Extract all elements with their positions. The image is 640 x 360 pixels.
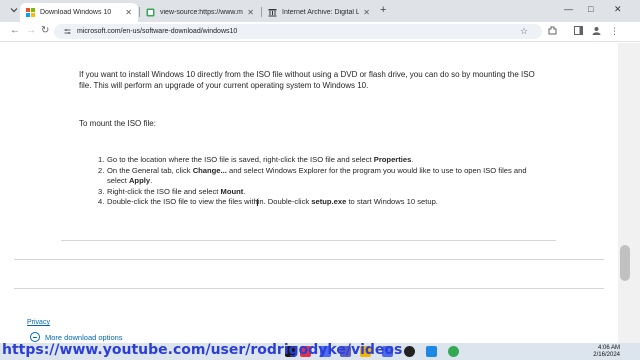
forward-icon[interactable]: → xyxy=(26,25,36,36)
list-item: 4. Double-click the ISO file to view the … xyxy=(98,197,438,206)
mount-steps-list: 1. Go to the location where the ISO file … xyxy=(98,155,527,208)
mount-heading: To mount the ISO file: xyxy=(79,119,156,128)
collapse-icon xyxy=(30,332,40,342)
archive-icon xyxy=(268,8,277,17)
chrome-icon[interactable] xyxy=(448,346,459,357)
list-item: 3. Right-click the ISO file and select Mo… xyxy=(98,186,246,196)
address-bar[interactable]: microsoft.com/en-us/software-download/wi… xyxy=(54,24,542,39)
browser-toolbar: ← → ↻ microsoft.com/en-us/software-downl… xyxy=(0,22,640,42)
site-info-icon[interactable] xyxy=(64,28,71,35)
tab-internet-archive[interactable]: Internet Archive: Digital Library ✕ xyxy=(262,3,376,22)
tab-title: Download Windows 10 xyxy=(40,9,112,16)
tab-title: view-source:https://www.micro xyxy=(160,9,243,16)
tab-strip: Download Windows 10 ✕ view-source:https:… xyxy=(0,0,640,22)
more-download-label: More download options xyxy=(45,332,123,342)
taskbar-app-icon[interactable] xyxy=(426,346,437,357)
reload-icon[interactable]: ↻ xyxy=(41,25,49,36)
microsoft-logo-icon xyxy=(26,8,35,17)
taskbar-app-icon[interactable] xyxy=(404,346,415,357)
text-cursor-icon: I xyxy=(256,198,259,209)
list-item: 2. On the General tab, click Change... an… xyxy=(98,165,527,186)
tab-search-icon[interactable] xyxy=(10,6,18,16)
side-panel-icon[interactable] xyxy=(574,26,583,37)
minimize-icon[interactable]: — xyxy=(564,4,573,14)
close-window-icon[interactable]: ✕ xyxy=(614,4,622,15)
close-tab-icon[interactable]: ✕ xyxy=(125,8,132,17)
close-tab-icon[interactable]: ✕ xyxy=(363,8,370,17)
menu-icon[interactable]: ⋮ xyxy=(610,26,619,37)
close-tab-icon[interactable]: ✕ xyxy=(247,8,254,17)
back-icon[interactable]: ← xyxy=(10,25,20,36)
profile-icon[interactable] xyxy=(592,26,601,37)
system-clock[interactable]: 4:06 AM 2/16/2024 xyxy=(586,345,620,359)
divider xyxy=(61,240,556,241)
privacy-link[interactable]: Privacy xyxy=(27,319,50,326)
list-item: 1. Go to the location where the ISO file … xyxy=(98,155,414,164)
scrollbar-track[interactable] xyxy=(618,43,640,343)
page-content: If you want to install Windows 10 direct… xyxy=(0,43,618,343)
divider xyxy=(14,259,604,260)
bookmark-star-icon[interactable]: ☆ xyxy=(520,26,528,37)
overlay-url-text: https://www.youtube.com/user/rodrigodyke… xyxy=(2,342,403,358)
extensions-icon[interactable] xyxy=(548,26,557,37)
tab-title: Internet Archive: Digital Library xyxy=(282,9,360,16)
tab-download-windows[interactable]: Download Windows 10 ✕ xyxy=(20,3,138,22)
divider xyxy=(14,288,604,289)
more-download-options-button[interactable]: More download options xyxy=(30,332,123,342)
tab-view-source[interactable]: view-source:https://www.micro ✕ xyxy=(140,3,260,22)
new-tab-button[interactable]: + xyxy=(380,4,386,16)
maximize-icon[interactable]: □ xyxy=(588,4,593,14)
page-icon xyxy=(146,8,155,17)
scrollbar-thumb[interactable] xyxy=(620,245,630,281)
address-text: microsoft.com/en-us/software-download/wi… xyxy=(77,28,238,35)
intro-paragraph: If you want to install Windows 10 direct… xyxy=(79,70,535,90)
